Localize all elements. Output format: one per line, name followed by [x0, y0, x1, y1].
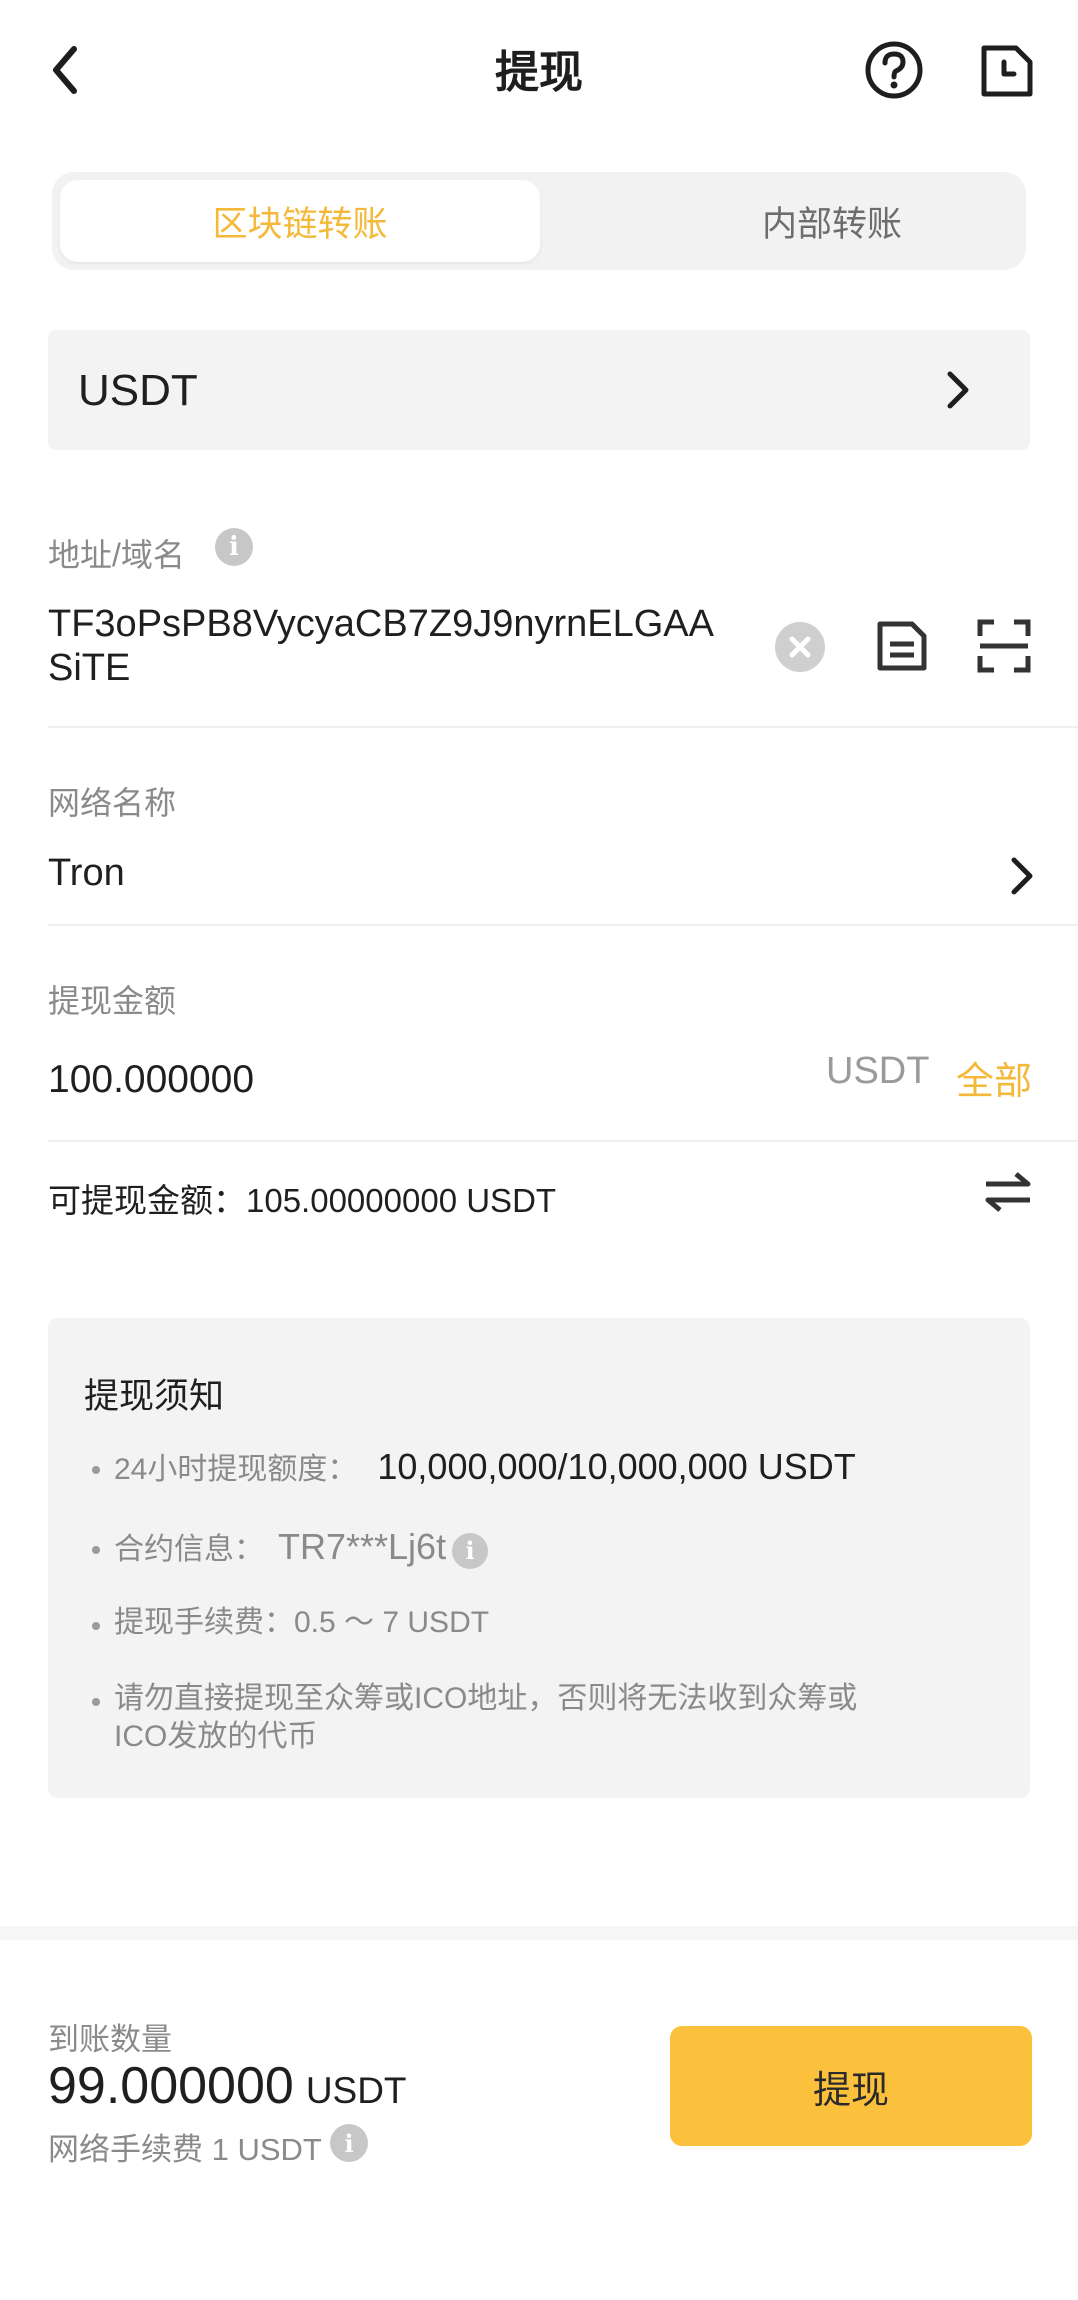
- question-icon: [865, 41, 923, 99]
- daily-limit-value: 10,000,000/10,000,000 USDT: [377, 1446, 856, 1487]
- max-amount-button[interactable]: 全部: [956, 1050, 1032, 1105]
- bullet: [92, 1622, 100, 1630]
- clear-button[interactable]: [775, 622, 825, 672]
- footer-separator: [0, 1926, 1078, 1940]
- receive-label: 到账数量: [48, 2022, 172, 2057]
- coin-name: USDT: [78, 366, 198, 415]
- scan-button[interactable]: [976, 618, 1032, 674]
- info-icon[interactable]: i: [215, 528, 253, 566]
- history-record-icon: [981, 45, 1033, 97]
- contract-row: 合约信息： TR7***Lj6t i: [114, 1526, 489, 1570]
- daily-limit-label: 24小时提现额度：: [114, 1453, 358, 1486]
- ico-warning-line: ICO发放的代币: [114, 1720, 318, 1753]
- swap-arrows-icon: [985, 1172, 1031, 1212]
- receive-amount-value: 99.000000: [48, 2057, 294, 2115]
- help-button[interactable]: [862, 38, 926, 102]
- scan-icon: [977, 619, 1031, 673]
- available-balance: 可提现金额：105.00000000 USDT: [48, 1182, 557, 1219]
- network-fee: 网络手续费 1 USDT: [48, 2132, 322, 2167]
- contract-value[interactable]: TR7***Lj6t: [278, 1526, 446, 1567]
- receive-amount: 99.000000 USDT: [48, 2056, 407, 2116]
- amount-unit: USDT: [826, 1050, 930, 1092]
- close-icon: [789, 636, 811, 658]
- fee-notice: 提现手续费：0.5 ～ 7 USDT: [114, 1606, 490, 1639]
- amount-input[interactable]: 100.000000: [48, 1058, 254, 1102]
- contract-label: 合约信息：: [114, 1533, 264, 1566]
- amount-label: 提现金额: [48, 983, 177, 1019]
- address-book-button[interactable]: [874, 618, 930, 674]
- transfer-type-tabs: 区块链转账 内部转账: [52, 172, 1026, 270]
- chevron-right-icon: [947, 371, 969, 409]
- bullet: [92, 1466, 100, 1474]
- withdraw-button[interactable]: 提现: [670, 2026, 1032, 2146]
- divider: [48, 924, 1078, 926]
- address-label: 地址/域名: [48, 537, 185, 573]
- transfer-button[interactable]: [982, 1168, 1034, 1216]
- chevron-right-icon[interactable]: [1002, 852, 1042, 900]
- network-selector[interactable]: Tron: [48, 852, 125, 895]
- coin-selector[interactable]: USDT: [48, 330, 1030, 450]
- history-button[interactable]: [976, 38, 1040, 102]
- info-icon[interactable]: i: [452, 1533, 489, 1570]
- network-label: 网络名称: [48, 785, 177, 821]
- tab-blockchain-transfer[interactable]: 区块链转账: [60, 180, 540, 262]
- info-icon[interactable]: i: [330, 2124, 368, 2162]
- receive-unit: USDT: [305, 2070, 407, 2111]
- address-input[interactable]: TF3oPsPB8VycyaCB7Z9J9nyrnELGAASiTE: [48, 602, 728, 690]
- daily-limit-row: 24小时提现额度： 10,000,000/10,000,000 USDT: [114, 1448, 856, 1489]
- header: 提现: [0, 0, 1078, 140]
- address-book-icon: [877, 621, 927, 671]
- bullet: [92, 1698, 100, 1706]
- notice-title: 提现须知: [84, 1377, 225, 1416]
- ico-warning-line: 请勿直接提现至众筹或ICO地址，否则将无法收到众筹或: [114, 1682, 858, 1715]
- bullet: [92, 1546, 100, 1554]
- divider: [48, 726, 1078, 728]
- withdraw-notice: 提现须知 24小时提现额度： 10,000,000/10,000,000 USDT…: [48, 1318, 1030, 1798]
- divider: [48, 1140, 1078, 1142]
- ico-warning: 请勿直接提现至众筹或ICO地址，否则将无法收到众筹或 ICO发放的代币: [114, 1680, 857, 1756]
- tab-internal-transfer[interactable]: 内部转账: [592, 180, 1072, 262]
